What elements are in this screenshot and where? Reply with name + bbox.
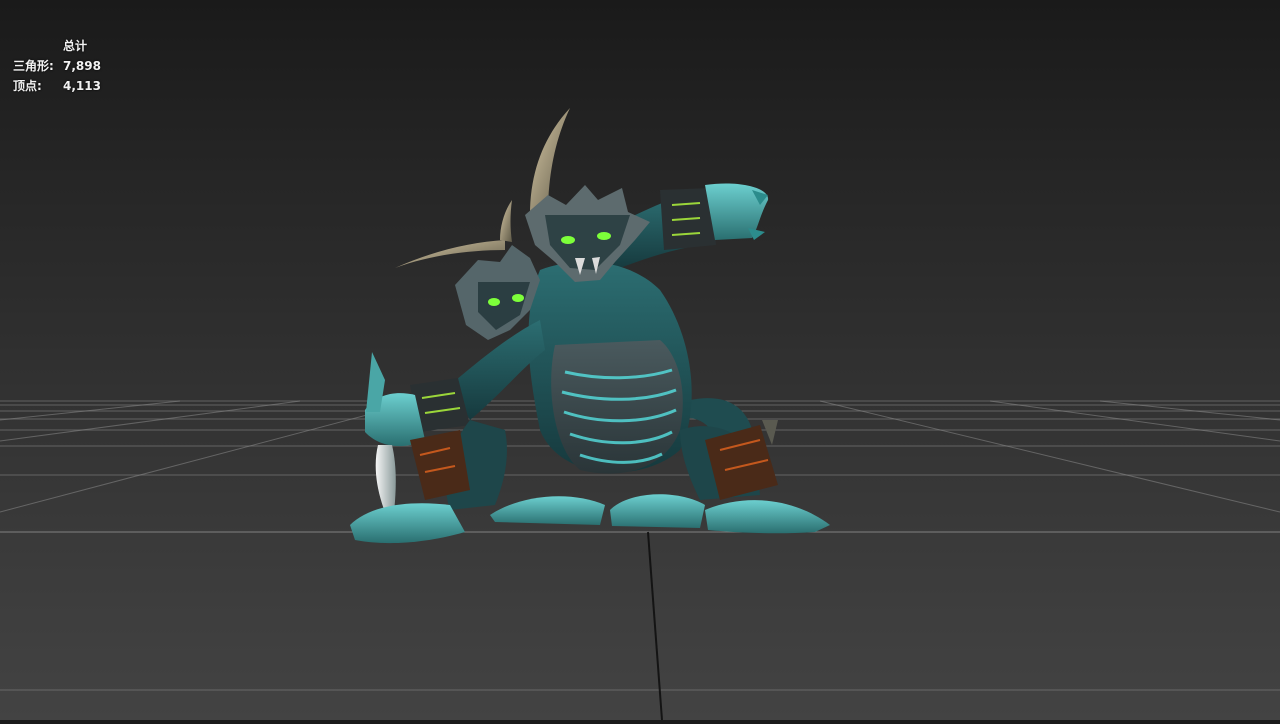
triangles-label: 三角形: <box>13 59 54 73</box>
triangles-value: 7,898 <box>63 59 101 73</box>
scene-canvas <box>0 108 1280 721</box>
scene-statistics: 总计 三角形: 7,898 顶点: 4,113 <box>13 36 101 96</box>
creature-model[interactable] <box>350 108 830 544</box>
statistics-title: 总计 <box>63 39 88 53</box>
3d-viewport[interactable]: 总计 三角形: 7,898 顶点: 4,113 <box>0 0 1280 721</box>
vertices-label: 顶点: <box>13 79 42 93</box>
vertices-value: 4,113 <box>63 79 101 93</box>
triangles-row: 三角形: 7,898 <box>13 56 101 76</box>
vertices-row: 顶点: 4,113 <box>13 76 101 96</box>
